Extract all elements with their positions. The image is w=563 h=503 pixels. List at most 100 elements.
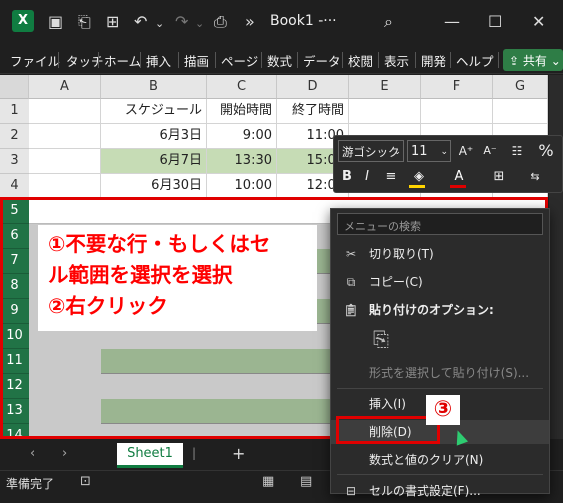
cell-c2[interactable]: 9:00 — [207, 124, 277, 149]
vertical-scrollbar[interactable] — [549, 75, 563, 439]
tab-file[interactable]: ファイル — [10, 51, 60, 70]
decimal-icon[interactable]: ⇆ — [522, 166, 548, 188]
paste-clipboard-icon[interactable]: ⎘ — [367, 327, 395, 357]
tab-view[interactable]: 表示 — [384, 51, 409, 70]
undo-icon[interactable]: ↶ — [134, 12, 147, 32]
row-header[interactable]: 9 — [0, 299, 29, 324]
number-format-icon[interactable]: ☷ — [504, 140, 530, 162]
cell-c1[interactable]: 開始時間 — [207, 99, 277, 124]
search-icon[interactable]: ⌕ — [384, 12, 393, 32]
tab-home[interactable]: ホーム — [104, 51, 141, 70]
cell-b3[interactable]: 6月7日 — [101, 149, 207, 174]
row-header[interactable]: 13 — [0, 399, 29, 424]
decrease-font-icon[interactable]: A⁻ — [479, 140, 501, 162]
column-header[interactable]: G — [493, 75, 548, 99]
redo-icon[interactable]: ↷ — [175, 12, 188, 32]
menu-item-format-cells[interactable]: ⊟ セルの書式設定(F)... — [331, 479, 549, 503]
row-header[interactable]: 7 — [0, 249, 29, 274]
cell[interactable] — [29, 99, 101, 124]
step3-badge: ③ — [426, 395, 460, 425]
cell[interactable] — [349, 99, 421, 124]
row-header[interactable]: 5 — [0, 199, 29, 224]
row-header[interactable]: 11 — [0, 349, 29, 374]
row-header[interactable]: 6 — [0, 224, 29, 249]
tab-formulas[interactable]: 数式 — [267, 51, 292, 70]
ribbon-tabs: ファイル タッチ ホーム 挿入 描画 ページ 数式 データ 校閲 表示 開発 ヘ… — [0, 44, 563, 74]
cell-b4[interactable]: 6月30日 — [101, 174, 207, 199]
cell-d1[interactable]: 終了時間 — [277, 99, 349, 124]
column-header[interactable]: C — [207, 75, 277, 99]
tab-data[interactable]: データ — [303, 51, 341, 70]
italic-button[interactable]: I — [358, 166, 376, 188]
menu-item-paste-special[interactable]: 形式を選択して貼り付け(S)... — [331, 361, 549, 385]
minimize-icon[interactable]: — — [444, 12, 460, 32]
window-title: Book1 -··· — [270, 13, 337, 29]
scroll-right-icon[interactable]: › — [62, 446, 67, 461]
font-size-select[interactable]: 11 ⌄ — [407, 140, 451, 162]
tab-page-layout[interactable]: ページ — [221, 51, 258, 70]
normal-view-icon[interactable]: ▦ — [262, 474, 274, 489]
menu-item-clear[interactable]: 数式と値のクリア(N) — [331, 448, 549, 472]
row-header[interactable]: 8 — [0, 274, 29, 299]
share-button[interactable]: ⇪ 共有 ⌄ — [503, 49, 563, 71]
fill-icon[interactable]: ⊞ — [106, 12, 119, 32]
font-name-value: 游ゴシック — [342, 145, 400, 159]
menu-item-label: 切り取り(T) — [369, 247, 434, 261]
percent-button[interactable]: % — [533, 140, 559, 162]
sheet-tab-sheet1[interactable]: Sheet1 — [117, 443, 183, 468]
save-icon[interactable]: ▣ — [48, 12, 63, 32]
row-header[interactable]: 2 — [0, 124, 29, 149]
fill-color-icon[interactable]: ◈ — [406, 166, 432, 188]
open-icon[interactable]: ⎗ — [78, 12, 91, 32]
borders-icon[interactable]: ⊞ — [486, 166, 512, 188]
maximize-icon[interactable]: ☐ — [488, 12, 502, 32]
column-header[interactable]: D — [277, 75, 349, 99]
menu-separator — [450, 52, 451, 68]
tab-insert[interactable]: 挿入 — [146, 51, 171, 70]
menu-item-paste-options: 📋︎ 貼り付けのオプション: — [331, 298, 549, 322]
cell[interactable] — [29, 124, 101, 149]
close-icon[interactable]: ✕ — [532, 12, 545, 32]
tab-draw[interactable]: 描画 — [184, 51, 209, 70]
cell[interactable] — [421, 99, 493, 124]
font-color-icon[interactable]: A — [446, 166, 472, 188]
select-all-corner[interactable] — [0, 75, 29, 99]
tab-help[interactable]: ヘルプ — [456, 51, 494, 70]
align-center-icon[interactable]: ≡ — [380, 166, 402, 188]
cell[interactable] — [29, 174, 101, 199]
undo-dropdown-icon[interactable]: ⌄ — [155, 14, 164, 34]
print-preview-icon[interactable]: ⎙ — [214, 12, 227, 32]
menu-item-copy[interactable]: ⧉ コピー(C) — [331, 270, 549, 294]
page-layout-icon[interactable]: ▤ — [300, 474, 312, 489]
cell-c3[interactable]: 13:30 — [207, 149, 277, 174]
more-commands-icon[interactable]: » — [245, 12, 255, 32]
cell-c4[interactable]: 10:00 — [207, 174, 277, 199]
row-header[interactable]: 1 — [0, 99, 29, 124]
menu-search-input[interactable]: メニューの検索 — [337, 213, 543, 235]
tab-developer[interactable]: 開発 — [421, 51, 446, 70]
column-header[interactable]: A — [29, 75, 101, 99]
scroll-left-icon[interactable]: ‹ — [30, 446, 35, 461]
accessibility-icon[interactable]: ⊡ — [80, 474, 91, 489]
column-header[interactable]: E — [349, 75, 421, 99]
cell[interactable] — [29, 149, 101, 174]
bold-button[interactable]: B — [338, 166, 356, 188]
cell-b2[interactable]: 6月3日 — [101, 124, 207, 149]
cell-b1[interactable]: スケジュール — [101, 99, 207, 124]
row-header[interactable]: 3 — [0, 149, 29, 174]
row-header[interactable]: 12 — [0, 374, 29, 399]
redo-dropdown-icon[interactable]: ⌄ — [195, 14, 204, 34]
add-sheet-icon[interactable]: + — [232, 444, 245, 463]
cell[interactable] — [493, 99, 548, 124]
menu-item-cut[interactable]: ✂ 切り取り(T) — [331, 242, 549, 266]
column-header[interactable]: F — [421, 75, 493, 99]
increase-font-icon[interactable]: A⁺ — [455, 140, 477, 162]
column-header[interactable]: B — [101, 75, 207, 99]
row-header[interactable]: 4 — [0, 174, 29, 199]
menu-item-label: 貼り付けのオプション: — [369, 303, 494, 317]
font-name-select[interactable]: 游ゴシック ⌄ — [338, 140, 404, 162]
row-header[interactable]: 10 — [0, 324, 29, 349]
selection-outline-top — [0, 197, 548, 200]
tab-review[interactable]: 校閲 — [348, 51, 373, 70]
paste-icon: 📋︎ — [343, 303, 359, 317]
